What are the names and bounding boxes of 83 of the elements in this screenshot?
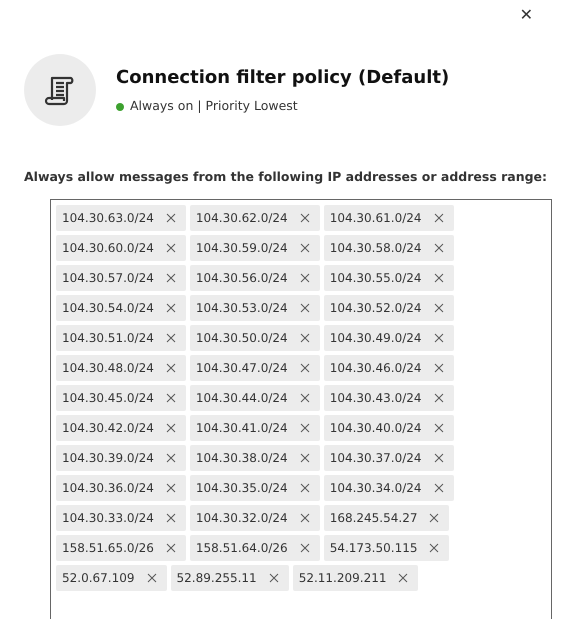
ip-tag-text: 104.30.39.0/24 <box>62 450 154 467</box>
remove-icon[interactable] <box>300 452 310 463</box>
ip-tag-text: 52.11.209.211 <box>298 570 386 587</box>
ip-tag-text: 54.173.50.115 <box>330 540 418 557</box>
ip-tag-text: 104.30.55.0/24 <box>330 270 422 287</box>
remove-icon[interactable] <box>434 482 444 493</box>
ip-tag-text: 104.30.61.0/24 <box>330 210 422 227</box>
ip-tag-text: 104.30.59.0/24 <box>196 240 288 257</box>
ip-address-field[interactable] <box>50 198 552 619</box>
remove-icon[interactable] <box>300 272 310 283</box>
remove-icon[interactable] <box>166 452 176 463</box>
remove-icon[interactable] <box>434 452 444 463</box>
remove-icon[interactable] <box>434 332 444 343</box>
remove-icon[interactable] <box>300 362 310 373</box>
remove-icon[interactable] <box>300 332 310 343</box>
ip-tag-text: 104.30.36.0/24 <box>62 480 154 497</box>
remove-icon[interactable] <box>429 542 440 553</box>
remove-icon[interactable] <box>166 272 176 283</box>
ip-tag-text: 104.30.49.0/24 <box>330 330 422 347</box>
ip-tag-text: 104.30.34.0/24 <box>330 480 422 497</box>
remove-icon[interactable] <box>300 392 310 403</box>
remove-icon[interactable] <box>429 512 440 523</box>
ip-tag-text: 104.30.56.0/24 <box>196 270 288 287</box>
ip-tag-text: 104.30.46.0/24 <box>330 360 422 377</box>
remove-icon[interactable] <box>434 272 444 283</box>
remove-icon[interactable] <box>166 422 176 433</box>
remove-icon[interactable] <box>166 362 176 373</box>
ip-tag-text: 104.30.45.0/24 <box>62 390 154 407</box>
ip-tag-text: 104.30.52.0/24 <box>330 300 422 317</box>
ip-tag-text: 104.30.43.0/24 <box>330 390 422 407</box>
remove-icon[interactable] <box>434 392 444 403</box>
remove-icon[interactable] <box>166 512 176 523</box>
ip-tag-text: 104.30.37.0/24 <box>330 450 422 467</box>
remove-icon[interactable] <box>166 392 176 403</box>
ip-tag-text: 104.30.57.0/24 <box>62 270 154 287</box>
ip-tag-text: 104.30.50.0/24 <box>196 330 288 347</box>
ip-tag-text: 104.30.54.0/24 <box>62 300 154 317</box>
remove-icon[interactable] <box>434 362 444 373</box>
ip-tag-text: 104.30.48.0/24 <box>62 360 154 377</box>
ip-tag-text: 104.30.33.0/24 <box>62 510 154 527</box>
remove-icon[interactable] <box>268 572 279 583</box>
ip-tag-text: 104.30.41.0/24 <box>196 420 288 437</box>
remove-icon[interactable] <box>300 542 310 553</box>
ip-tag-text: 52.89.255.11 <box>176 570 257 587</box>
ip-tag-text: 104.30.42.0/24 <box>62 420 154 437</box>
remove-icon[interactable] <box>300 212 310 223</box>
remove-icon[interactable] <box>434 302 444 313</box>
ip-tag-text: 158.51.64.0/26 <box>196 540 288 557</box>
ip-tag-text: 104.30.63.0/24 <box>62 210 154 227</box>
ip-tag-text: 52.0.67.109 <box>62 570 135 587</box>
remove-icon[interactable] <box>300 242 310 253</box>
allow-list-label: Always allow messages from the following IP addresses or address range: <box>24 168 548 186</box>
remove-icon[interactable] <box>300 302 310 313</box>
ip-tag-text: 104.30.62.0/24 <box>196 210 288 227</box>
ip-tag-text: 104.30.53.0/24 <box>196 300 288 317</box>
remove-icon[interactable] <box>166 212 176 223</box>
remove-icon[interactable] <box>300 482 310 493</box>
remove-icon[interactable] <box>300 422 310 433</box>
close-button[interactable]: ✕ <box>516 3 537 27</box>
ip-tag-text: 104.30.35.0/24 <box>196 480 288 497</box>
remove-icon[interactable] <box>166 242 176 253</box>
remove-icon[interactable] <box>434 422 444 433</box>
ip-tag-text: 104.30.40.0/24 <box>330 420 422 437</box>
ip-tag-text: 104.30.32.0/24 <box>196 510 288 527</box>
ip-tag-text: 104.30.58.0/24 <box>330 240 422 257</box>
remove-icon[interactable] <box>166 542 176 553</box>
ip-tag-text: 104.30.47.0/24 <box>196 360 288 377</box>
ip-tag-text: 104.30.51.0/24 <box>62 330 154 347</box>
remove-icon[interactable] <box>166 332 176 343</box>
remove-icon[interactable] <box>434 212 444 223</box>
remove-icon[interactable] <box>146 572 157 583</box>
remove-icon[interactable] <box>398 572 408 583</box>
policy-title: Connection filter policy (Default) <box>116 66 450 90</box>
ip-tag-text: 104.30.44.0/24 <box>196 390 288 407</box>
ip-tag-text: 104.30.38.0/24 <box>196 450 288 467</box>
ip-tag-text: 168.245.54.27 <box>330 510 418 527</box>
ip-tag-text: 158.51.65.0/26 <box>62 540 154 557</box>
ip-tag-text: 104.30.60.0/24 <box>62 240 154 257</box>
remove-icon[interactable] <box>166 482 176 493</box>
status-text: Always on | Priority Lowest <box>130 97 298 116</box>
remove-icon[interactable] <box>434 242 444 253</box>
remove-icon[interactable] <box>166 302 176 313</box>
remove-icon[interactable] <box>300 512 310 523</box>
